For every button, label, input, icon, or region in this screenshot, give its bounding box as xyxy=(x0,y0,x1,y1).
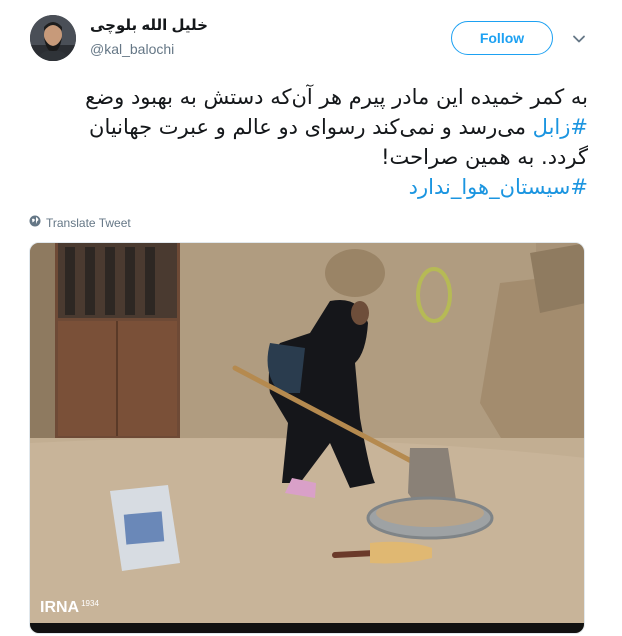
avatar[interactable] xyxy=(30,15,76,61)
follow-button[interactable]: Follow xyxy=(451,21,553,55)
tweet-line-1: به کمر خمیده این مادر پیرم هر آن‌که دستش… xyxy=(28,82,588,112)
translate-label: Translate Tweet xyxy=(46,215,131,230)
tweet-text-segment: به کمر خمیده این مادر پیرم هر آن‌که دستش… xyxy=(85,85,588,109)
watermark: IRNA 1934 xyxy=(40,599,99,616)
tweet-text: به کمر خمیده این مادر پیرم هر آن‌که دستش… xyxy=(28,82,588,202)
translate-tweet-link[interactable]: Translate Tweet xyxy=(29,215,131,230)
hashtag-link[interactable]: #زابل xyxy=(533,115,588,139)
display-name[interactable]: خلیل الله بلوچی xyxy=(90,16,208,34)
chevron-down-icon[interactable] xyxy=(572,32,586,46)
screen-name[interactable]: @kal_balochi xyxy=(90,41,174,57)
hashtag-link[interactable]: #سیستان_هوا_ندارد xyxy=(409,175,588,199)
tweet-line-2: #زابل می‌رسد و نمی‌کند رسوای دو عالم و ع… xyxy=(28,112,588,142)
globe-icon xyxy=(29,215,41,230)
mud-patch xyxy=(325,249,385,297)
tweet-text-segment: گردد. به همین صراحت! xyxy=(381,145,588,169)
tweet-photo[interactable]: IRNA 1934 xyxy=(29,242,585,634)
tweet-line-3: گردد. به همین صراحت! xyxy=(28,142,588,172)
tweet-line-4: #سیستان_هوا_ندارد xyxy=(28,172,588,202)
photo-scene xyxy=(30,243,584,633)
tweet-text-segment: می‌رسد و نمی‌کند رسوای دو عالم و عبرت جه… xyxy=(89,115,533,139)
